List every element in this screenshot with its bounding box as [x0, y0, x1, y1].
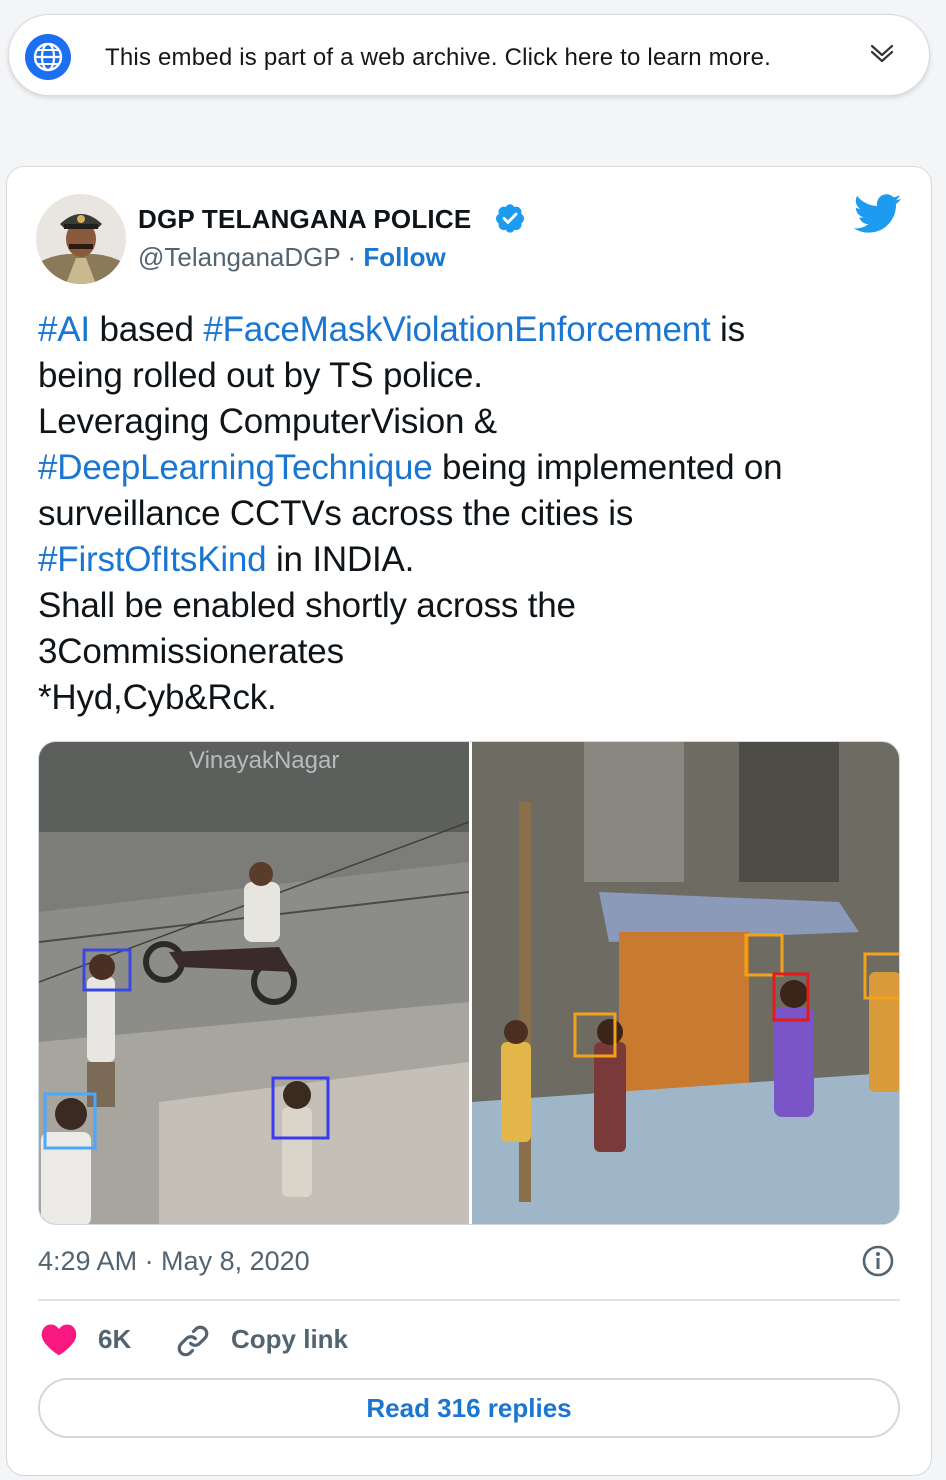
media-image-right: [472, 742, 899, 1224]
like-count[interactable]: 6K: [98, 1324, 131, 1355]
hashtag-link[interactable]: #FaceMaskViolationEnforcement: [203, 310, 710, 349]
tweet-text-line: Shall be enabled shortly across the: [38, 583, 908, 629]
tweet-text-segment: Shall be enabled shortly across the: [38, 586, 576, 625]
tweet-text-segment: is: [710, 310, 745, 349]
tweet-text-line: *Hyd,Cyb&Rck.: [38, 675, 908, 721]
tweet-text-line: being rolled out by TS police.: [38, 353, 908, 399]
follow-link[interactable]: Follow: [363, 242, 445, 272]
tweet-text-segment: 3Commissionerates: [38, 632, 344, 671]
media-overlay-text: VinayakNagar: [189, 747, 339, 774]
tweet-text-segment: based: [89, 310, 204, 349]
chevron-down-icon[interactable]: [869, 43, 895, 63]
avatar[interactable]: [36, 194, 126, 284]
tweet-text-segment: surveillance CCTVs across the cities is: [38, 494, 634, 533]
hashtag-link[interactable]: #AI: [38, 310, 90, 349]
tweet-timestamp[interactable]: 4:29 AM · May 8, 2020: [38, 1246, 310, 1277]
handle-row: @TelanganaDGP · Follow: [138, 242, 446, 273]
globe-icon: [25, 34, 71, 80]
author-name[interactable]: DGP TELANGANA POLICE: [138, 204, 471, 235]
tweet-text-line: Leveraging ComputerVision &: [38, 399, 908, 445]
archive-banner-text[interactable]: This embed is part of a web archive. Cli…: [105, 44, 771, 72]
media-image-left: VinayakNagar: [39, 742, 470, 1224]
archive-banner[interactable]: This embed is part of a web archive. Cli…: [8, 14, 930, 96]
copy-link-button[interactable]: Copy link: [231, 1324, 348, 1355]
tweet-text-line: #DeepLearningTechnique being implemented…: [38, 445, 908, 491]
tweet-text-line: #AI based #FaceMaskViolationEnforcement …: [38, 307, 908, 353]
tweet-text-segment: being implemented on: [432, 448, 783, 487]
link-icon[interactable]: [174, 1322, 212, 1360]
tweet-text-segment: Leveraging ComputerVision &: [38, 402, 497, 441]
tweet-media[interactable]: VinayakNagar: [38, 741, 900, 1225]
tweet-text-segment: being rolled out by TS police.: [38, 356, 483, 395]
tweet-text-line: surveillance CCTVs across the cities is: [38, 491, 908, 537]
read-replies-label: Read 316 replies: [366, 1392, 572, 1423]
hashtag-link[interactable]: #DeepLearningTechnique: [38, 448, 433, 487]
verified-badge-icon: [496, 204, 524, 233]
tweet-text-segment: in INDIA.: [266, 540, 415, 579]
separator-dot: ·: [347, 242, 357, 272]
read-replies-button[interactable]: Read 316 replies: [38, 1378, 900, 1438]
divider: [38, 1299, 900, 1301]
hashtag-link[interactable]: #FirstOfItsKind: [38, 540, 267, 579]
author-handle[interactable]: @TelanganaDGP: [138, 242, 340, 272]
tweet-text-line: #FirstOfItsKind in INDIA.: [38, 537, 908, 583]
tweet-text: #AI based #FaceMaskViolationEnforcement …: [38, 307, 908, 721]
tweet-text-line: 3Commissionerates: [38, 629, 908, 675]
tweet-text-segment: *Hyd,Cyb&Rck.: [38, 678, 277, 717]
info-icon[interactable]: [861, 1244, 895, 1278]
heart-icon[interactable]: [40, 1322, 78, 1356]
twitter-bird-icon[interactable]: [854, 194, 902, 234]
